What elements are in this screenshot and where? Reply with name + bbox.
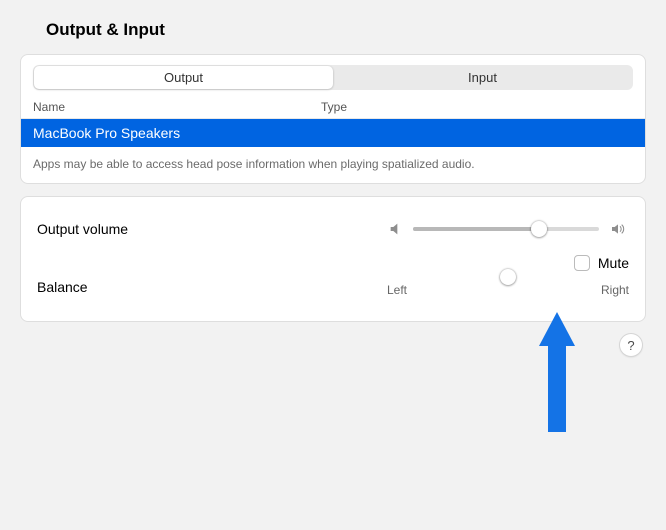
mute-label: Mute (598, 255, 629, 271)
page-title: Output & Input (46, 20, 646, 40)
column-name: Name (33, 100, 321, 114)
controls-panel: Output volume Mute Balance (20, 196, 646, 322)
balance-right-label: Right (601, 283, 629, 297)
tab-bar: Output Input (33, 65, 633, 90)
output-volume-row: Output volume (37, 213, 629, 245)
speaker-high-icon (607, 221, 629, 237)
callout-arrow-icon (533, 312, 581, 432)
spatial-audio-note: Apps may be able to access head pose inf… (21, 147, 645, 183)
tab-input[interactable]: Input (333, 66, 632, 89)
balance-left-label: Left (387, 283, 407, 297)
balance-row: Balance Left Right (37, 271, 629, 303)
device-panel: Output Input Name Type MacBook Pro Speak… (20, 54, 646, 184)
device-row[interactable]: MacBook Pro Speakers (21, 119, 645, 147)
output-volume-slider[interactable] (413, 227, 599, 231)
mute-row: Mute (37, 255, 629, 271)
speaker-low-icon (387, 221, 405, 237)
output-volume-label: Output volume (37, 221, 387, 237)
help-button[interactable]: ? (620, 334, 642, 356)
column-type: Type (321, 100, 633, 114)
balance-label: Balance (37, 279, 387, 295)
device-name: MacBook Pro Speakers (33, 125, 180, 141)
tab-output[interactable]: Output (34, 66, 333, 89)
mute-checkbox[interactable] (574, 255, 590, 271)
column-headers: Name Type (21, 98, 645, 119)
